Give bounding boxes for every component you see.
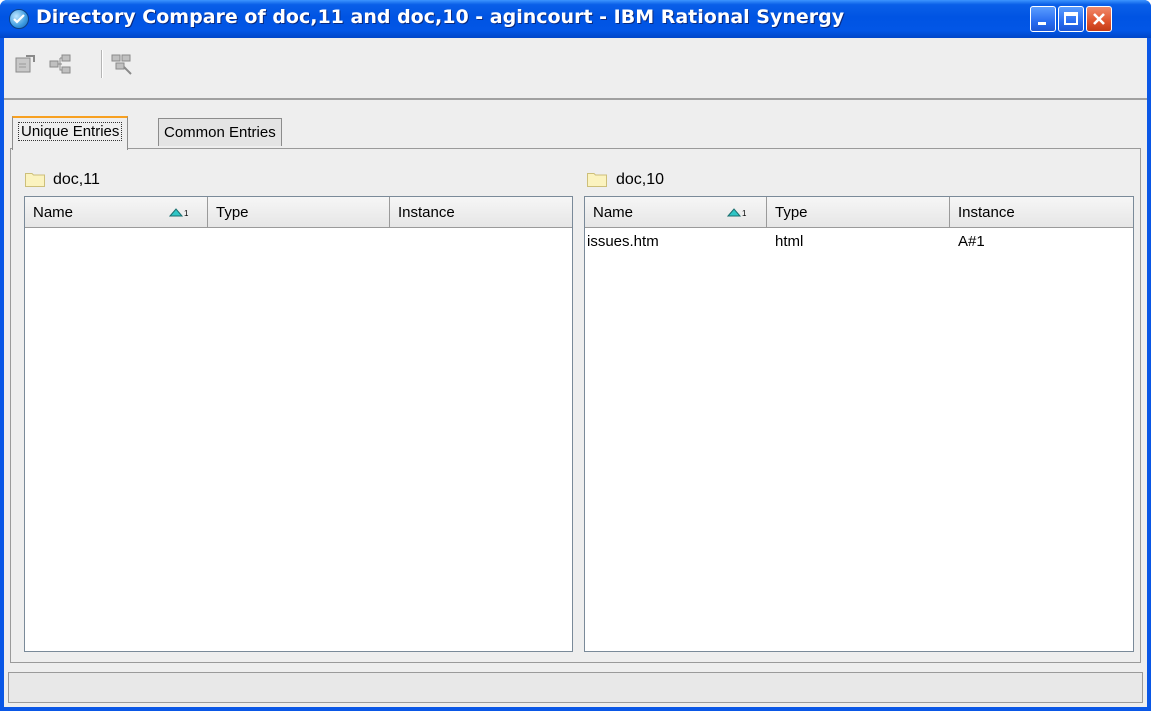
compare-icon bbox=[15, 55, 35, 73]
window-client: Unique Entries Common Entries doc,11 Nam… bbox=[4, 38, 1147, 707]
right-folder-name: doc,10 bbox=[616, 171, 665, 188]
hierarchy-icon bbox=[49, 54, 71, 74]
application-window: Directory Compare of doc,11 and doc,10 -… bbox=[0, 0, 1151, 711]
maximize-icon bbox=[1064, 12, 1078, 25]
tab-unique-entries[interactable]: Unique Entries bbox=[12, 116, 129, 150]
svg-text:1: 1 bbox=[184, 209, 189, 218]
hierarchy-button[interactable] bbox=[48, 52, 72, 76]
cell-type: html bbox=[775, 233, 804, 250]
right-table-header: Name 1 Type Instance bbox=[585, 197, 1133, 228]
column-label: Name bbox=[33, 204, 74, 221]
tab-label: Unique Entries bbox=[18, 122, 123, 141]
left-table-header: Name 1 Type Instance bbox=[25, 197, 572, 228]
tab-common-entries[interactable]: Common Entries bbox=[158, 118, 282, 146]
left-table[interactable]: Name 1 Type Instance bbox=[24, 196, 573, 652]
column-label: Instance bbox=[398, 204, 455, 221]
status-bar bbox=[8, 672, 1143, 703]
column-label: Type bbox=[775, 204, 808, 221]
find-differences-icon bbox=[111, 54, 132, 75]
left-folder-name: doc,11 bbox=[53, 171, 100, 188]
column-header-name[interactable]: Name 1 bbox=[585, 197, 767, 227]
folder-icon bbox=[587, 173, 607, 187]
tab-label: Common Entries bbox=[164, 124, 276, 141]
column-header-instance[interactable]: Instance bbox=[950, 197, 1133, 227]
find-differences-button[interactable] bbox=[110, 52, 134, 76]
title-bar[interactable]: Directory Compare of doc,11 and doc,10 -… bbox=[0, 0, 1151, 38]
close-icon bbox=[1093, 13, 1105, 25]
maximize-button[interactable] bbox=[1058, 6, 1084, 32]
column-label: Type bbox=[216, 204, 249, 221]
minimize-icon bbox=[1038, 22, 1046, 25]
column-header-name[interactable]: Name 1 bbox=[25, 197, 208, 227]
app-icon[interactable] bbox=[9, 9, 29, 29]
folder-icon bbox=[25, 173, 45, 187]
right-table[interactable]: Name 1 Type Instance issues.htm html A#1 bbox=[584, 196, 1134, 652]
compare-button[interactable] bbox=[14, 52, 38, 76]
svg-text:1: 1 bbox=[742, 209, 747, 218]
column-header-instance[interactable]: Instance bbox=[390, 197, 572, 227]
sort-ascending-icon: 1 bbox=[727, 208, 747, 218]
toolbar bbox=[4, 38, 1147, 100]
minimize-button[interactable] bbox=[1030, 6, 1056, 32]
cell-name: issues.htm bbox=[587, 233, 659, 250]
column-label: Instance bbox=[958, 204, 1015, 221]
tab-strip: Unique Entries Common Entries bbox=[4, 100, 1147, 150]
column-label: Name bbox=[593, 204, 634, 221]
toolbar-separator bbox=[101, 50, 103, 78]
cell-instance: A#1 bbox=[958, 233, 985, 250]
column-header-type[interactable]: Type bbox=[208, 197, 390, 227]
compare-panel: doc,11 Name 1 Type Instance doc,10 Name … bbox=[10, 148, 1141, 663]
column-header-type[interactable]: Type bbox=[767, 197, 950, 227]
window-title: Directory Compare of doc,11 and doc,10 -… bbox=[36, 6, 845, 28]
table-row[interactable]: issues.htm html A#1 bbox=[585, 233, 1133, 255]
sort-ascending-icon: 1 bbox=[169, 208, 189, 218]
close-button[interactable] bbox=[1086, 6, 1112, 32]
